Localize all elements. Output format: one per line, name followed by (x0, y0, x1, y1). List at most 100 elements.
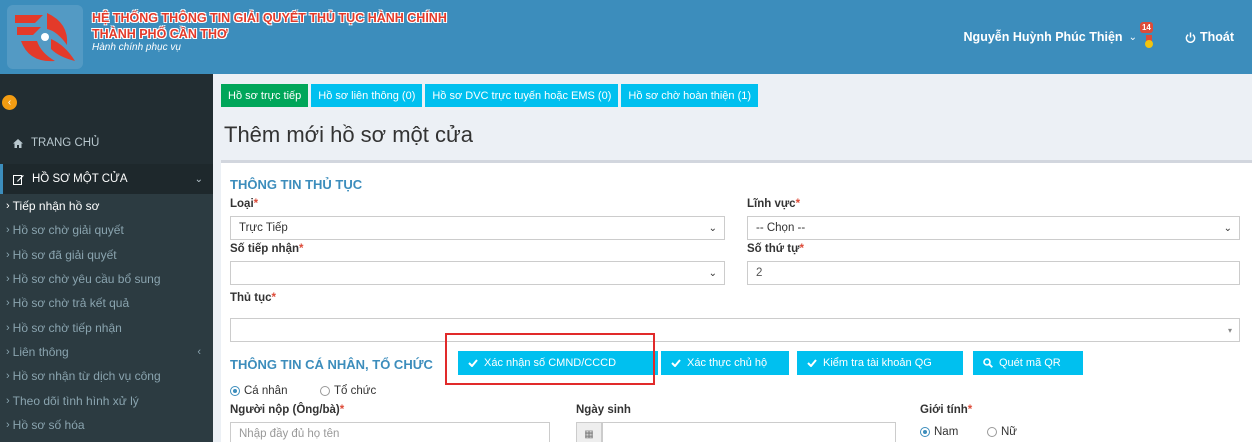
verify-household-button[interactable]: Xác thực chủ hộ (661, 351, 789, 375)
chevron-down-icon: ⌄ (1223, 222, 1232, 234)
radio-checked-icon (920, 427, 930, 437)
radio-nu-label: Nữ (1001, 426, 1018, 438)
sidebar-item-label: Hồ sơ chờ trả kết quả (12, 296, 130, 311)
sidebar-item-tiep-nhan[interactable]: › Tiếp nhận hồ sơ (0, 194, 213, 218)
sidebar-item-cho-giai-quyet[interactable]: › Hồ sơ chờ giải quyết (0, 218, 213, 242)
tab-bar: Hồ sơ trực tiếp Hồ sơ liên thông (0) Hồ … (221, 84, 759, 107)
sidebar-submenu: › Tiếp nhận hồ sơ › Hồ sơ chờ giải quyết ›… (0, 194, 213, 442)
tab-dvc-truc-tuyen[interactable]: Hồ sơ DVC trực tuyến hoặc EMS (0) (425, 84, 619, 107)
chevron-right-icon: › (6, 370, 10, 383)
required-mark: * (271, 292, 277, 304)
sidebar-item-cho-bo-sung[interactable]: › Hồ sơ chờ yêu cầu bổ sung (0, 267, 213, 291)
check-national-account-button[interactable]: Kiểm tra tài khoản QG (797, 351, 963, 375)
so-tiep-nhan-label: Số tiếp nhận* (230, 243, 303, 255)
chevron-right-icon: › (6, 297, 10, 310)
linh-vuc-select[interactable]: -- Chọn -- ⌄ (747, 216, 1240, 240)
chevron-left-icon: ‹ (197, 345, 201, 358)
sidebar-item-label: Hồ sơ nhận từ dịch vụ công (12, 369, 161, 384)
nguoi-nop-input[interactable]: Nhập đầy đủ họ tên (230, 422, 550, 442)
sidebar-item-label: HỒ SƠ MỘT CỬA (32, 173, 128, 185)
sidebar-item-dich-vu-cong[interactable]: › Hồ sơ nhận từ dịch vụ công (0, 364, 213, 388)
top-header: HỆ THỐNG THÔNG TIN GIẢI QUYẾT THỦ TỤC HÀ… (0, 0, 1252, 74)
chevron-down-icon: ▾ (1227, 325, 1232, 335)
thu-tuc-label: Thủ tục* (230, 292, 276, 304)
radio-nu[interactable]: Nữ (987, 426, 1017, 438)
sidebar-item-lien-thong[interactable]: › Liên thông ‹ (0, 340, 213, 364)
radio-unchecked-icon (320, 386, 330, 396)
required-mark: * (299, 243, 304, 255)
loai-select[interactable]: Trực Tiếp ⌄ (230, 216, 725, 240)
ngay-sinh-label: Ngày sinh (576, 404, 631, 416)
page-title: Thêm mới hồ sơ một cửa (224, 122, 473, 147)
ngay-sinh-input[interactable] (602, 422, 896, 442)
thu-tuc-label-text: Thủ tục (230, 292, 272, 304)
linh-vuc-label-text: Lĩnh vực (747, 198, 796, 210)
section-title-thu-tuc: THÔNG TIN THỦ TỤC (230, 177, 363, 192)
scan-qr-label: Quét mã QR (999, 357, 1061, 369)
sidebar-item-cho-tiep-nhan[interactable]: › Hồ sơ chờ tiếp nhận (0, 315, 213, 339)
chevron-down-icon: ⌄ (708, 267, 717, 279)
linh-vuc-value: -- Chọn -- (756, 222, 806, 234)
sidebar-item-label: Hồ sơ chờ tiếp nhận (12, 320, 122, 335)
radio-ca-nhan-label: Cá nhân (244, 385, 288, 397)
logout-button[interactable]: Thoát (1185, 30, 1234, 44)
brand-title-line1: HỆ THỐNG THÔNG TIN GIẢI QUYẾT THỦ TỤC HÀ… (92, 11, 447, 25)
tab-lien-thong[interactable]: Hồ sơ liên thông (0) (311, 84, 423, 107)
chevron-right-icon: › (6, 224, 10, 237)
chevron-down-icon: ⌄ (708, 222, 717, 234)
sidebar-item-label: Hồ sơ đã giải quyết (12, 247, 117, 262)
user-area: Nguyễn Huỳnh Phúc Thiện ⌄ 14 Thoát (964, 0, 1252, 74)
radio-nam[interactable]: Nam (920, 426, 958, 438)
city-logo-icon (7, 5, 83, 69)
nguoi-nop-label-text: Người nộp (Ông/bà) (230, 404, 340, 416)
medal-icon (1144, 35, 1153, 48)
sidebar-item-da-giai-quyet[interactable]: › Hồ sơ đã giải quyết (0, 243, 213, 267)
notification-button[interactable]: 14 (1139, 22, 1157, 49)
sidebar-item-label: Theo dõi tình hình xử lý (12, 393, 139, 408)
tab-truc-tiep[interactable]: Hồ sơ trực tiếp (221, 84, 309, 107)
user-menu[interactable]: Nguyễn Huỳnh Phúc Thiện (964, 30, 1123, 44)
check-icon (807, 359, 817, 367)
sidebar-item-ho-so-mot-cua[interactable]: HỒ SƠ MỘT CỬA ⌄ (0, 164, 213, 194)
so-tiep-nhan-select[interactable]: ⌄ (230, 261, 725, 285)
radio-checked-icon (230, 386, 240, 396)
required-mark: * (799, 243, 804, 255)
highlight-box (445, 333, 655, 385)
chevron-right-icon: › (6, 394, 10, 407)
logout-label: Thoát (1199, 30, 1234, 44)
sidebar-item-label: Hồ sơ chờ yêu cầu bổ sung (12, 272, 161, 287)
sidebar-item-label: Liên thông (12, 344, 69, 359)
brand-subtitle: Hành chính phục vụ (92, 42, 181, 53)
radio-ca-nhan[interactable]: Cá nhân (230, 385, 287, 397)
sidebar-item-home[interactable]: TRANG CHỦ (0, 128, 213, 158)
sidebar-item-cho-tra-ket-qua[interactable]: › Hồ sơ chờ trả kết quả (0, 291, 213, 315)
radio-to-chuc-label: Tổ chức (334, 385, 377, 397)
main-content: Hồ sơ trực tiếp Hồ sơ liên thông (0) Hồ … (213, 74, 1252, 442)
sidebar-item-label: Tiếp nhận hồ sơ (12, 199, 100, 214)
so-thu-tu-input[interactable]: 2 (747, 261, 1240, 285)
search-icon (983, 358, 993, 368)
chevron-right-icon: › (6, 345, 10, 358)
chevron-down-icon: ⌄ (194, 173, 203, 185)
sidebar-toggle-button[interactable]: ‹ (2, 95, 17, 110)
calendar-icon[interactable]: ▦ (576, 422, 602, 442)
chevron-right-icon: › (6, 200, 10, 213)
radio-nam-label: Nam (934, 426, 959, 438)
chevron-down-icon[interactable]: ⌄ (1129, 32, 1137, 43)
sidebar-item-so-hoa[interactable]: › Hồ sơ số hóa (0, 413, 213, 437)
thu-tuc-select[interactable]: ▾ (230, 318, 1240, 342)
chevron-right-icon: › (6, 273, 10, 286)
tab-cho-hoan-thien[interactable]: Hồ sơ chờ hoàn thiện (1) (621, 84, 759, 107)
brand: HỆ THỐNG THÔNG TIN GIẢI QUYẾT THỦ TỤC HÀ… (92, 10, 447, 54)
required-mark: * (795, 198, 801, 210)
verify-household-label: Xác thực chủ hộ (687, 357, 768, 369)
linh-vuc-label: Lĩnh vực* (747, 198, 800, 210)
loai-label-text: Loại (230, 198, 254, 210)
form-box: THÔNG TIN THỦ TỤC Loại * Trực Tiếp ⌄ Lĩnh … (221, 160, 1252, 442)
radio-to-chuc[interactable]: Tổ chức (320, 385, 376, 397)
power-icon (1185, 31, 1196, 43)
scan-qr-button[interactable]: Quét mã QR (973, 351, 1083, 375)
sidebar-item-theo-doi[interactable]: › Theo dõi tình hình xử lý (0, 388, 213, 412)
chevron-right-icon: › (6, 418, 10, 431)
check-national-account-label: Kiểm tra tài khoản QG (823, 357, 932, 369)
